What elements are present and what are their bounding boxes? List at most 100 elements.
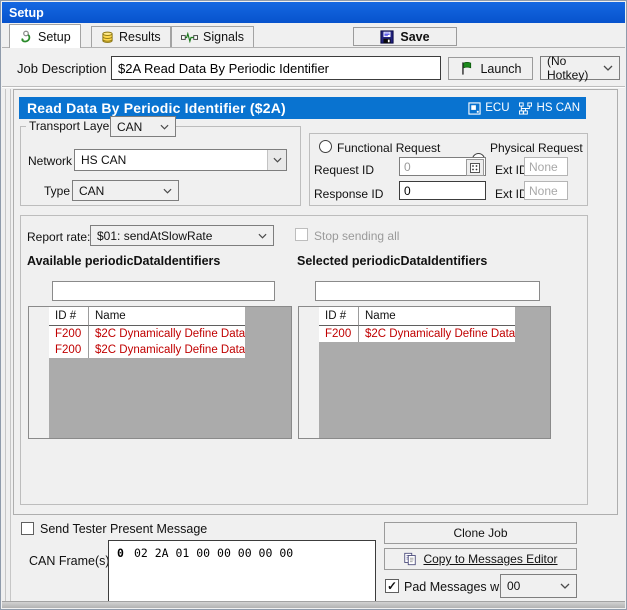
id-picker-button[interactable]: [466, 159, 484, 176]
section-header: Read Data By Periodic Identifier ($2A) E…: [19, 97, 586, 119]
hotkey-value: (No Hotkey): [547, 54, 603, 82]
signal-waveform-icon: [181, 32, 198, 43]
table-row[interactable]: F200 $2C Dynamically Define Data Id: [49, 326, 245, 342]
table-row[interactable]: F200 $2C Dynamically Define Data Id: [49, 342, 245, 358]
send-tester-present-checkbox[interactable]: [21, 522, 34, 535]
response-ext-id-field: None: [524, 181, 568, 200]
tab-results[interactable]: Results: [91, 26, 171, 47]
request-ext-id-label: Ext ID: [495, 163, 528, 177]
cell-id[interactable]: F200: [49, 342, 88, 358]
row-selector-gutter: [299, 307, 319, 438]
type-select[interactable]: CAN: [72, 180, 179, 201]
network-nodes-icon: [518, 102, 533, 115]
response-id-label: Response ID: [314, 187, 383, 201]
launch-button-label: Launch: [480, 62, 521, 76]
save-button-label: Save: [400, 30, 429, 44]
stop-sending-all-checkbox: [295, 228, 308, 241]
launch-button[interactable]: Launch: [448, 57, 533, 80]
tab-signals[interactable]: Signals: [171, 26, 254, 47]
transport-layer-label: Transport Layer: [26, 119, 116, 133]
cell-id[interactable]: F200: [319, 326, 358, 342]
request-id-field[interactable]: 0: [399, 157, 486, 176]
window-bottom-frame: [2, 601, 625, 608]
selected-identifiers-grid[interactable]: ID # Name F200 $2C Dynamically Define Da…: [298, 306, 551, 439]
copy-to-messages-editor-button[interactable]: Copy to Messages Editor: [384, 548, 577, 570]
tabstrip-divider: [2, 47, 625, 48]
response-id-field[interactable]: 0: [399, 181, 486, 200]
cell-name[interactable]: $2C Dynamically Define Data Id: [358, 326, 515, 342]
can-frames-label: CAN Frame(s): [29, 554, 110, 568]
available-filter-input[interactable]: [52, 281, 275, 301]
setup-window: Setup Setup Results: [0, 0, 627, 610]
pad-messages-label: Pad Messages with: [404, 580, 512, 594]
column-header-name[interactable]: Name: [88, 307, 245, 326]
launch-flag-icon: [459, 61, 474, 76]
table-row[interactable]: F200 $2C Dynamically Define Data Id: [319, 326, 515, 342]
pad-messages-checkbox[interactable]: ✓: [385, 579, 399, 593]
ecu-icon: [468, 102, 481, 115]
send-tester-present-label: Send Tester Present Message: [40, 522, 207, 536]
clone-job-label: Clone Job: [453, 526, 507, 540]
combo-drop-button[interactable]: [267, 150, 286, 170]
frame-bytes: 02 2A 01 00 00 00 00 00: [134, 546, 293, 560]
pad-value-select[interactable]: 00: [500, 574, 577, 598]
network-combo[interactable]: HS CAN: [74, 149, 287, 171]
row-selector-gutter: [29, 307, 49, 438]
stop-sending-all-label: Stop sending all: [314, 229, 399, 243]
window-titlebar: Setup: [2, 2, 625, 23]
request-id-label: Request ID: [314, 163, 374, 177]
save-floppy-icon: [380, 30, 394, 44]
separator-line: [2, 86, 625, 88]
chevron-down-icon: [560, 583, 570, 589]
ecu-badge-label: ECU: [485, 102, 509, 114]
cell-id[interactable]: F200: [49, 326, 88, 342]
column-header-id[interactable]: ID #: [49, 307, 88, 326]
bus-badge-label: HS CAN: [537, 102, 580, 114]
chevron-down-icon: [603, 65, 613, 71]
pad-value: 00: [507, 579, 520, 593]
chevron-down-icon: [163, 188, 172, 194]
network-value: HS CAN: [75, 153, 267, 167]
physical-request-label: Physical Request: [490, 141, 583, 155]
transport-layer-select[interactable]: CAN: [110, 116, 176, 137]
section-title: Read Data By Periodic Identifier ($2A): [27, 100, 286, 116]
job-description-input[interactable]: [111, 56, 441, 80]
hotkey-select[interactable]: (No Hotkey): [540, 56, 620, 80]
selected-filter-input[interactable]: [315, 281, 540, 301]
keypad-grid-icon: [470, 163, 480, 173]
chevron-down-icon: [160, 124, 169, 130]
tab-results-label: Results: [119, 30, 161, 44]
request-ext-id-field: None: [524, 157, 568, 176]
database-icon: [101, 31, 114, 44]
available-identifiers-title: Available periodicDataIdentifiers: [27, 254, 220, 268]
clone-job-button[interactable]: Clone Job: [384, 522, 577, 544]
column-header-id[interactable]: ID #: [319, 307, 358, 326]
report-rate-select[interactable]: $01: sendAtSlowRate: [90, 225, 274, 246]
copy-to-messages-editor-label: Copy to Messages Editor: [423, 552, 557, 566]
functional-request-label: Functional Request: [337, 141, 440, 155]
available-identifiers-grid[interactable]: ID # Name F200 $2C Dynamically Define Da…: [28, 306, 292, 439]
functional-request-radio[interactable]: [319, 140, 332, 153]
save-button[interactable]: Save: [353, 27, 457, 46]
selected-identifiers-title: Selected periodicDataIdentifiers: [297, 254, 487, 268]
tab-signals-label: Signals: [203, 30, 244, 44]
section-header-badges: ECU HS CAN: [468, 97, 580, 119]
response-id-value: 0: [404, 184, 411, 198]
tab-setup[interactable]: Setup: [9, 24, 81, 48]
response-ext-id-value: None: [529, 184, 558, 198]
report-rate-value: $01: sendAtSlowRate: [97, 229, 212, 243]
column-header-name[interactable]: Name: [358, 307, 515, 326]
type-value: CAN: [79, 184, 104, 198]
panel-splitter[interactable]: [5, 89, 11, 603]
response-ext-id-label: Ext ID: [495, 187, 528, 201]
report-rate-label: Report rate:: [27, 230, 90, 244]
cell-name[interactable]: $2C Dynamically Define Data Id: [88, 326, 245, 342]
window-title: Setup: [9, 6, 44, 20]
frame-index: 0: [117, 546, 124, 560]
copy-icon: [403, 552, 417, 566]
wrench-icon: [19, 30, 33, 44]
job-setup-panel: Read Data By Periodic Identifier ($2A) E…: [13, 89, 618, 515]
request-id-value: 0: [404, 160, 411, 174]
cell-name[interactable]: $2C Dynamically Define Data Id: [88, 342, 245, 358]
can-frames-box[interactable]: 0 02 2A 01 00 00 00 00 00: [108, 540, 376, 602]
